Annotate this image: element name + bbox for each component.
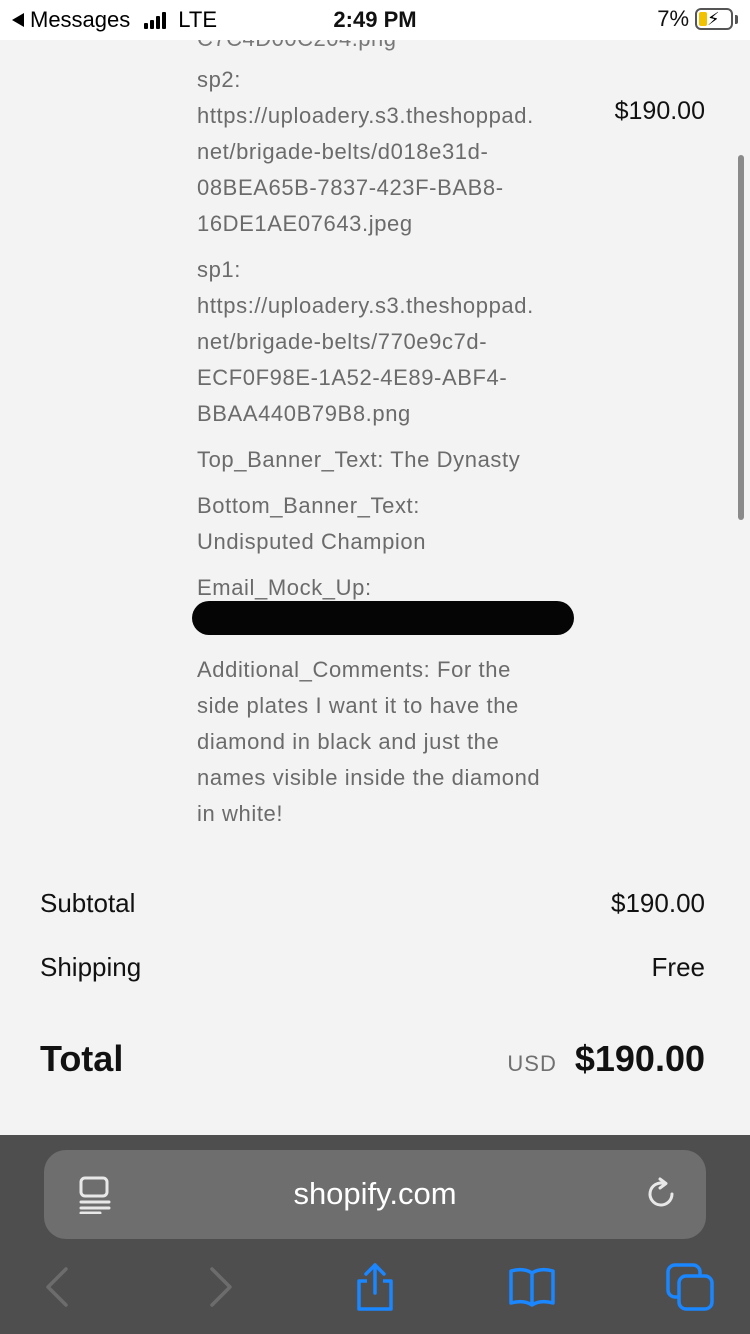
address-bar[interactable]: shopify.com [44, 1150, 706, 1239]
battery-status: 7% ⚡ [657, 6, 738, 32]
subtotal-row: Subtotal $190.00 [40, 888, 705, 919]
bookmarks-icon[interactable] [508, 1263, 556, 1311]
property-line: diamond in black and just the [197, 729, 500, 754]
total-row: Total USD $190.00 [40, 1038, 705, 1080]
order-summary-page[interactable]: C7C4D00C204.png $190.00 sp2: https://upl… [0, 40, 750, 1135]
total-amount: $190.00 [574, 1038, 705, 1079]
property-line: BBAA440B79B8.png [197, 401, 411, 426]
property-line: side plates I want it to have the [197, 693, 519, 718]
shipping-value: Free [651, 952, 705, 982]
charging-bolt-icon: ⚡ [707, 9, 720, 29]
property-sp1: sp1: https://uploadery.s3.theshoppad. ne… [197, 252, 577, 432]
battery-cap [735, 14, 738, 24]
property-line: names visible inside the diamond [197, 765, 541, 790]
property-line: Bottom_Banner_Text: [197, 493, 420, 518]
property-line: https://uploadery.s3.theshoppad. [197, 293, 534, 318]
total-amount-group: USD $190.00 [507, 1038, 705, 1080]
total-currency: USD [507, 1051, 557, 1076]
property-sp2: sp2: https://uploadery.s3.theshoppad. ne… [197, 62, 577, 242]
property-line: ECF0F98E-1A52-4E89-ABF4- [197, 365, 508, 390]
property-line: 16DE1AE07643.jpeg [197, 211, 413, 236]
property-line: sp2: [197, 67, 241, 92]
url-text[interactable]: shopify.com [44, 1176, 706, 1212]
forward-arrow-icon[interactable] [196, 1263, 244, 1311]
shipping-label: Shipping [40, 952, 142, 982]
subtotal-value: $190.00 [611, 888, 705, 918]
property-line: in white! [197, 801, 284, 826]
property-line: 08BEA65B-7837-423F-BAB8- [197, 175, 504, 200]
vertical-scrollbar[interactable] [738, 155, 744, 520]
property-line: net/brigade-belts/770e9c7d- [197, 329, 488, 354]
browser-toolbar: shopify.com [0, 1135, 750, 1334]
property-line: Undisputed Champion [197, 529, 427, 554]
shipping-row: Shipping Free [40, 952, 705, 983]
property-line: https://uploadery.s3.theshoppad. [197, 103, 534, 128]
property-line: net/brigade-belts/d018e31d- [197, 139, 489, 164]
battery-icon: ⚡ [695, 8, 733, 30]
property-line: Additional_Comments: For the [197, 657, 511, 682]
property-line: Top_Banner_Text: The Dynasty [197, 447, 521, 472]
cut-off-property-text: C7C4D00C204.png [197, 40, 397, 52]
property-additional-comments: Additional_Comments: For the side plates… [197, 652, 577, 832]
status-time: 2:49 PM [333, 7, 417, 32]
line-item-price: $190.00 [614, 97, 705, 125]
share-icon[interactable] [351, 1263, 399, 1311]
subtotal-label: Subtotal [40, 888, 136, 918]
property-bottom-banner-text: Bottom_Banner_Text: Undisputed Champion [197, 488, 577, 560]
property-top-banner-text: Top_Banner_Text: The Dynasty [197, 442, 577, 478]
property-line: sp1: [197, 257, 241, 282]
back-arrow-icon[interactable] [34, 1263, 82, 1311]
reload-icon[interactable] [644, 1176, 680, 1212]
total-label: Total [40, 1038, 124, 1079]
redacted-email-bar [192, 601, 574, 635]
battery-percent: 7% [657, 6, 689, 31]
status-bar: Messages LTE 2:49 PM 7% ⚡ [0, 0, 750, 40]
battery-fill [699, 12, 707, 26]
tabs-icon[interactable] [666, 1263, 714, 1311]
